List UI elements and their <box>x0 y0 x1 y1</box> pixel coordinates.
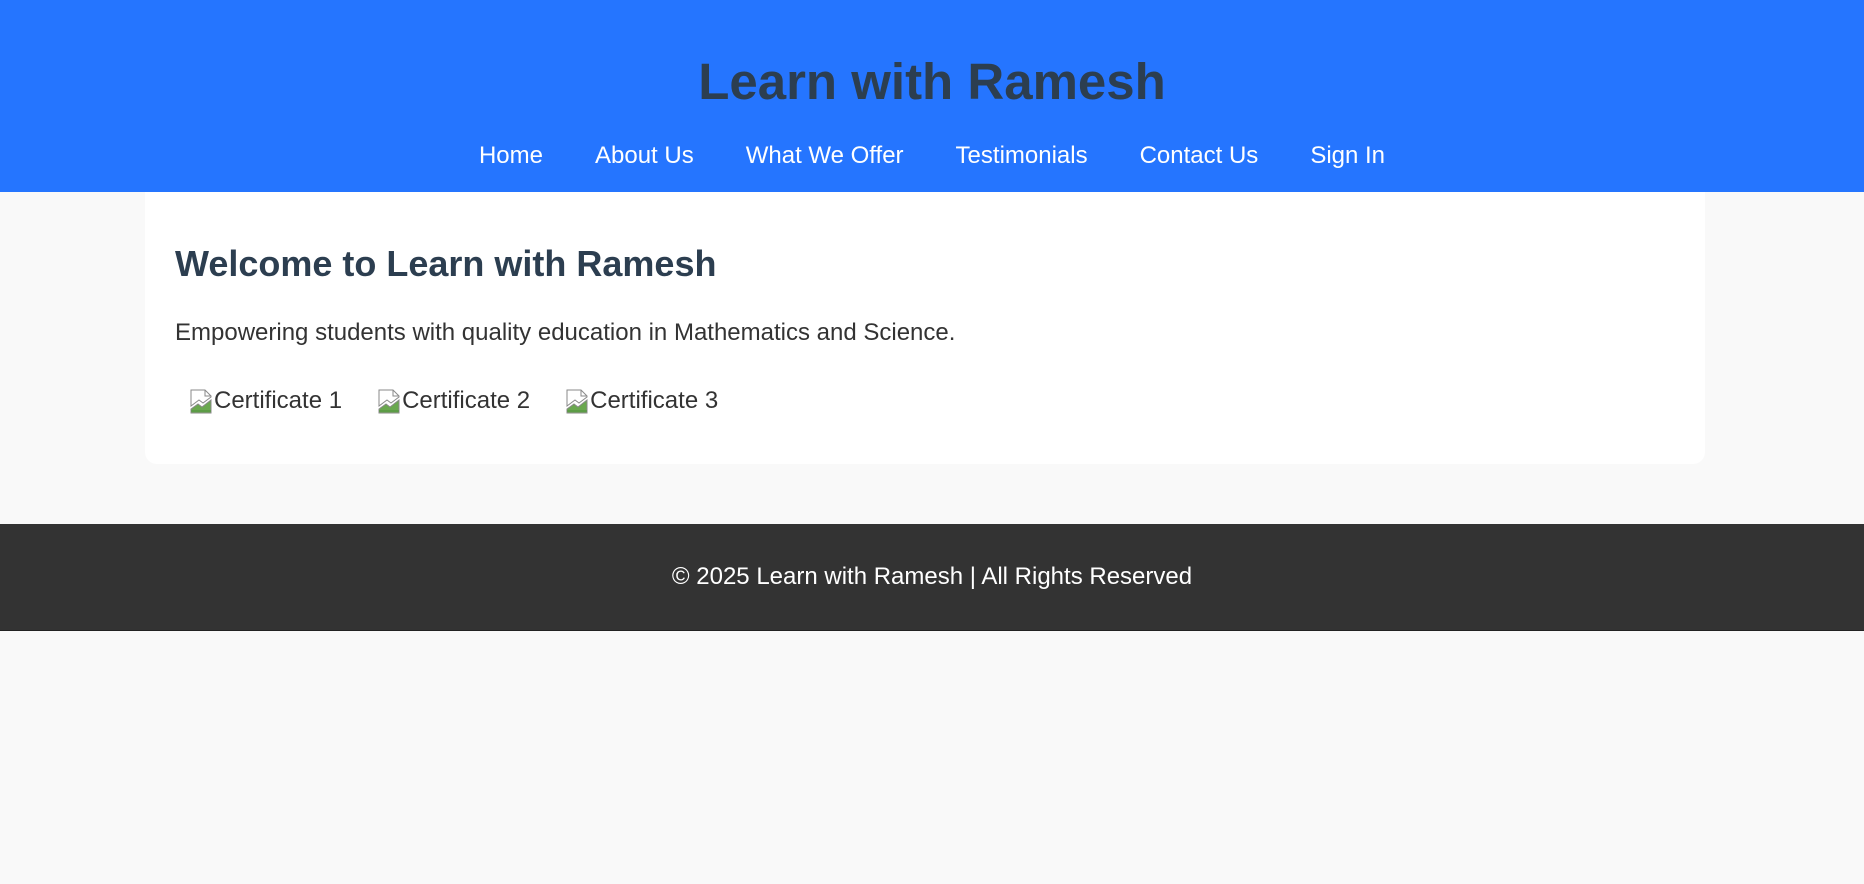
nav-link-contact-us[interactable]: Contact Us <box>1140 138 1259 174</box>
welcome-card: Welcome to Learn with Ramesh Empowering … <box>145 192 1705 464</box>
certificate-image-1: Certificate 1 <box>190 386 342 416</box>
certificate-alt-text: Certificate 1 <box>214 387 343 414</box>
intro-text: Empowering students with quality educati… <box>175 319 956 346</box>
broken-image-icon <box>566 389 590 414</box>
main-nav: Home About Us What We Offer Testimonials… <box>0 138 1864 174</box>
nav-link-home[interactable]: Home <box>479 138 543 174</box>
site-title: Learn with Ramesh <box>698 53 1166 110</box>
nav-link-what-we-offer[interactable]: What We Offer <box>746 138 904 174</box>
certificate-gallery: Certificate 1 Certificate 2 Certificate … <box>190 386 718 416</box>
footer-copyright: © 2025 Learn with Ramesh | All Rights Re… <box>671 563 1193 590</box>
certificate-alt-text: Certificate 2 <box>402 387 531 414</box>
certificate-image-2: Certificate 2 <box>378 386 530 416</box>
broken-image-icon <box>378 389 402 414</box>
certificate-alt-text: Certificate 3 <box>590 387 719 414</box>
site-footer: © 2025 Learn with Ramesh | All Rights Re… <box>0 524 1864 631</box>
certificate-image-3: Certificate 3 <box>566 386 718 416</box>
nav-link-about-us[interactable]: About Us <box>595 138 694 174</box>
broken-image-icon <box>190 389 214 414</box>
welcome-heading: Welcome to Learn with Ramesh <box>175 243 717 284</box>
nav-link-sign-in[interactable]: Sign In <box>1310 138 1385 174</box>
nav-link-testimonials[interactable]: Testimonials <box>956 138 1088 174</box>
site-header: Learn with Ramesh Home About Us What We … <box>0 0 1864 192</box>
